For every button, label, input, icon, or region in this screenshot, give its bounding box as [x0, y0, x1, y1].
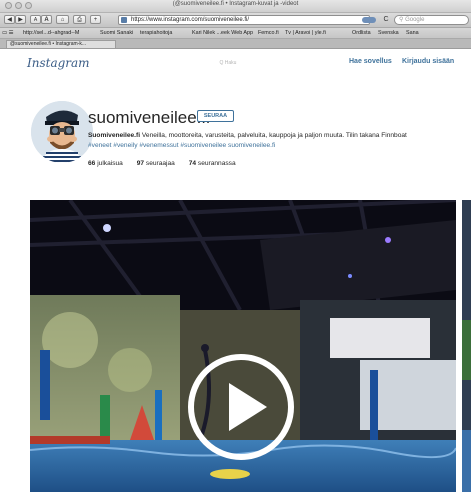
profile-avatar[interactable] [31, 101, 93, 163]
window-title: (@suomiveneilee.fi • Instagram-kuvat ja … [172, 1, 299, 7]
print-button[interactable]: ⎙ [73, 15, 86, 24]
title-bar: (@suomiveneilee.fi • Instagram-kuvat ja … [0, 0, 471, 13]
bookmark-item[interactable]: Suomi Sanaki [100, 28, 133, 38]
following-count: 74 [188, 160, 197, 167]
bookmark-item[interactable]: terapiahoitoja [140, 28, 172, 38]
search-field[interactable]: ⚲ Google [394, 15, 469, 25]
login-link[interactable]: Kirjaudu sisään [402, 58, 454, 65]
get-app-link[interactable]: Hae sovellus [349, 58, 392, 65]
instagram-search-input[interactable]: Q Haku [190, 56, 266, 70]
play-button[interactable] [187, 353, 295, 461]
address-bar[interactable]: https://www.instagram.com/suomiveneilee.… [118, 15, 370, 25]
bookmark-item[interactable]: http://sel...d--ahgrad--M [23, 28, 79, 38]
next-post-preview[interactable] [462, 200, 471, 492]
next-post-thumbnail [462, 200, 471, 492]
bookmark-item[interactable]: Sana [406, 28, 419, 38]
bookmark-item[interactable]: Femco.fi [258, 28, 279, 38]
posts-count: 66 [88, 160, 96, 167]
posts-label: julkaisua [97, 160, 123, 167]
bookmarks-bar: ▭ ☰ http://sel...d--ahgrad--M Suomi Sana… [0, 28, 471, 39]
bookmark-item[interactable]: Kari Nilek ...eek Web App [192, 28, 253, 38]
tab-instagram[interactable]: @suomiveneilee.fi • Instagram-k... [6, 40, 116, 48]
posts-stat: 66 julkaisua [88, 160, 123, 167]
play-icon [188, 354, 294, 460]
rss-icon[interactable] [362, 17, 376, 23]
bookmark-item[interactable]: Tv | Aravoi | yle.fi [285, 28, 326, 38]
tab-bar: @suomiveneilee.fi • Instagram-k... [0, 39, 471, 49]
followers-count: 97 [136, 160, 145, 167]
bio-hashtags[interactable]: #veneet #veneily #venemessut #suomivenei… [88, 142, 275, 149]
followers-label: seuraajaa [145, 160, 175, 167]
followers-stat[interactable]: 97 seuraajaa [137, 160, 175, 167]
home-button[interactable]: ⌂ [56, 15, 69, 24]
browser-toolbar: ◀ ▶ A A ⌂ ⎙ + https://www.instagram.com/… [0, 13, 471, 28]
back-button[interactable]: ◀ [4, 15, 15, 24]
instagram-logo[interactable]: Instagram [27, 56, 90, 70]
bookmarks-book-icon[interactable]: ▭ ☰ [2, 28, 13, 38]
instagram-favicon-icon [121, 17, 127, 23]
follow-button[interactable]: SEURAA [197, 110, 234, 122]
reload-icon[interactable]: C [381, 15, 391, 25]
sailor-with-binoculars-illustration [31, 101, 93, 163]
text-smaller-button[interactable]: A [30, 15, 41, 24]
bio-text: Veneilla, moottoreita, varusteita, palve… [140, 132, 407, 139]
profile-bio: Suomiveneilee.fi Veneilla, moottoreita, … [88, 131, 464, 150]
address-bar-url: https://www.instagram.com/suomiveneilee.… [131, 17, 250, 23]
text-bigger-button[interactable]: A [41, 15, 52, 24]
following-label: seurannassa [197, 160, 236, 167]
bookmark-item[interactable]: Svenska [378, 28, 399, 38]
profile-stats: 66 julkaisua 97 seuraajaa 74 seurannassa [88, 160, 248, 167]
following-stat[interactable]: 74 seurannassa [189, 160, 236, 167]
bio-name: Suomiveneilee.fi [88, 132, 141, 139]
add-bookmark-button[interactable]: + [90, 15, 101, 24]
forward-button[interactable]: ▶ [15, 15, 26, 24]
search-placeholder: Google [405, 17, 425, 23]
profile-username: suomiveneilee.fi [88, 108, 210, 127]
bookmark-item[interactable]: Ordlista [352, 28, 371, 38]
